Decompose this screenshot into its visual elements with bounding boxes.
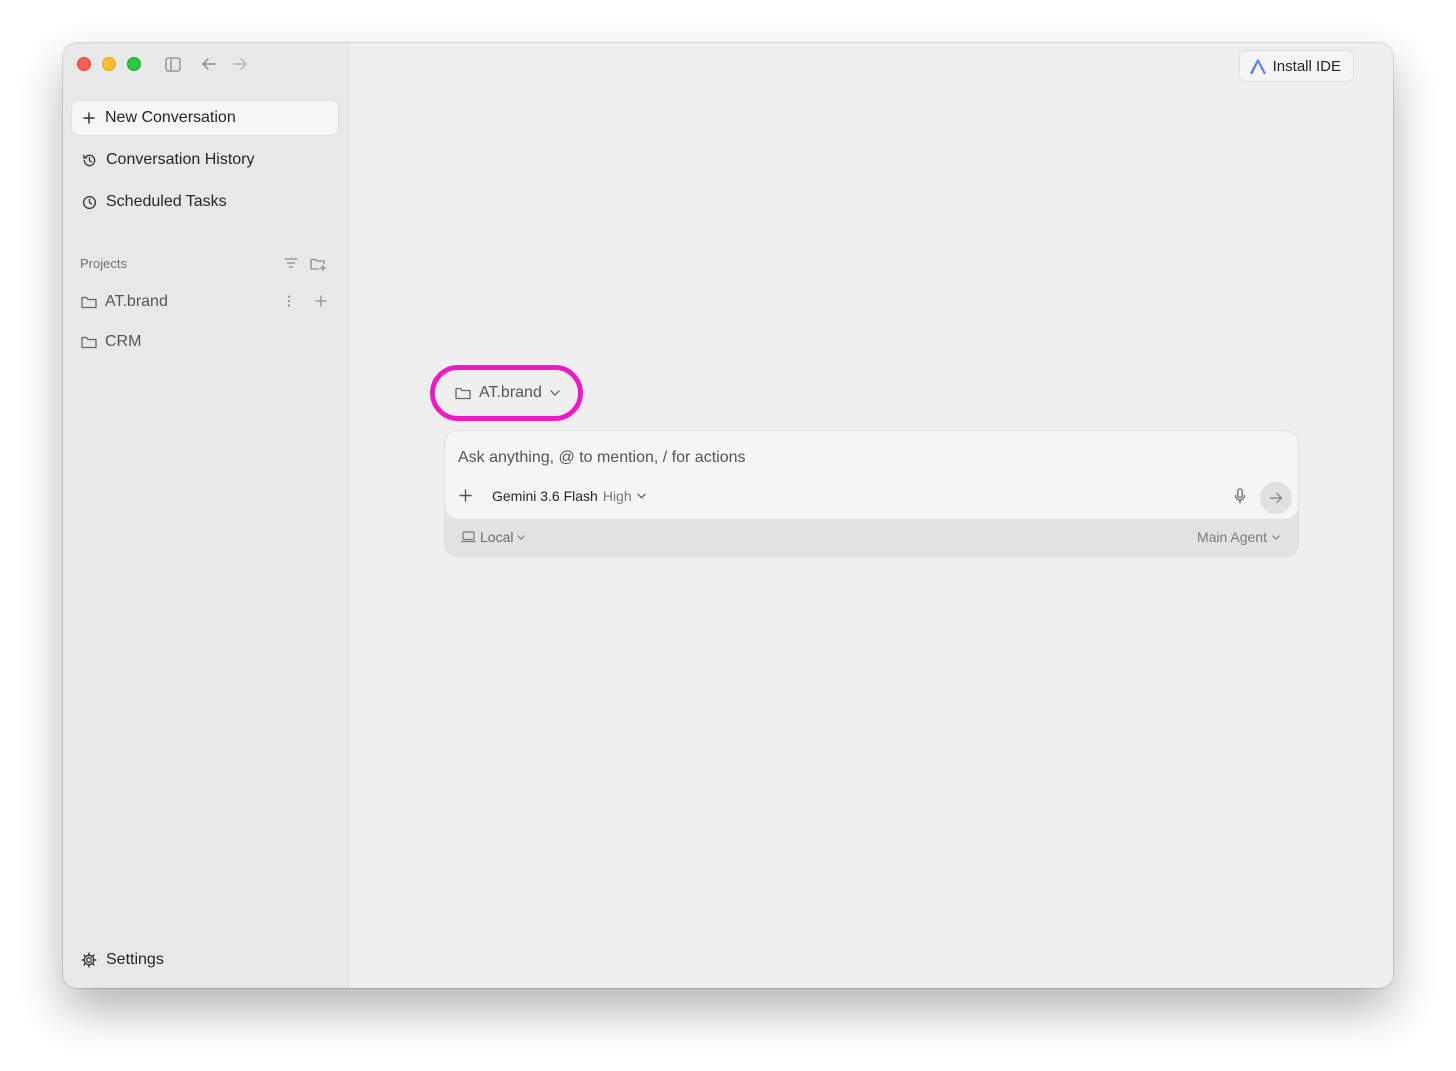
project-item-at-brand[interactable]: AT.brand [72,286,338,318]
folder-icon [81,336,97,348]
attach-plus-icon[interactable] [459,489,472,502]
sidebar-toggle-icon[interactable] [163,55,183,73]
ide-logo-icon [1250,58,1266,74]
projects-heading: Projects [80,256,127,271]
kebab-icon[interactable] [286,294,292,308]
install-ide-button[interactable]: Install IDE [1238,50,1354,82]
sidebar: New Conversation Conversation History Sc… [63,43,349,988]
history-icon [83,154,96,166]
new-conversation-button[interactable]: New Conversation [72,101,338,135]
project-item-crm[interactable]: CRM [72,326,338,358]
main-panel: Install IDE AT.brand Gemini 3.6 Flash Hi… [349,43,1393,988]
folder-icon [81,296,97,308]
plus-icon [83,112,95,124]
model-selector[interactable]: Gemini 3.6 Flash High [492,488,646,504]
folder-icon [455,387,471,399]
composer: Gemini 3.6 Flash High Local Main Agent [444,430,1299,557]
selected-project-label: AT.brand [479,384,542,401]
settings-label: Settings [106,951,164,968]
filter-icon[interactable] [284,257,298,269]
scheduled-tasks-button[interactable]: Scheduled Tasks [72,185,338,219]
clock-icon [82,195,97,209]
conversation-history-label: Conversation History [106,151,255,168]
environment-label: Local [480,529,514,545]
project-selector[interactable]: AT.brand [430,365,583,421]
forward-arrow-icon[interactable] [230,55,250,73]
install-ide-label: Install IDE [1272,57,1341,75]
chevron-down-icon [636,493,646,499]
scheduled-tasks-label: Scheduled Tasks [106,193,227,210]
zoom-window-button[interactable] [127,57,141,71]
new-conversation-label: New Conversation [105,109,236,126]
close-window-button[interactable] [77,57,91,71]
add-conversation-plus-icon[interactable] [315,295,327,307]
back-arrow-icon[interactable] [199,55,219,73]
chevron-down-icon [1272,534,1280,540]
mic-icon[interactable] [1234,488,1246,504]
project-name: AT.brand [105,293,168,310]
arrow-right-icon [1269,492,1283,504]
laptop-icon [461,531,476,543]
prompt-input[interactable] [458,445,1238,471]
agent-label: Main Agent [1196,529,1267,545]
settings-button[interactable]: Settings [72,945,164,975]
chevron-down-icon [517,534,526,540]
minimize-window-button[interactable] [102,57,116,71]
conversation-history-button[interactable]: Conversation History [72,143,338,177]
environment-selector[interactable]: Local [461,529,526,545]
app-window: New Conversation Conversation History Sc… [63,43,1393,988]
project-name: CRM [105,333,142,350]
gear-icon [81,952,97,968]
model-effort: High [602,488,632,504]
agent-selector[interactable]: Main Agent [1197,529,1280,545]
chevron-down-icon [550,390,560,396]
composer-input-area: Gemini 3.6 Flash High [444,430,1299,520]
folder-plus-icon[interactable] [310,257,327,271]
model-name: Gemini 3.6 Flash [492,488,598,504]
send-button[interactable] [1260,482,1292,514]
